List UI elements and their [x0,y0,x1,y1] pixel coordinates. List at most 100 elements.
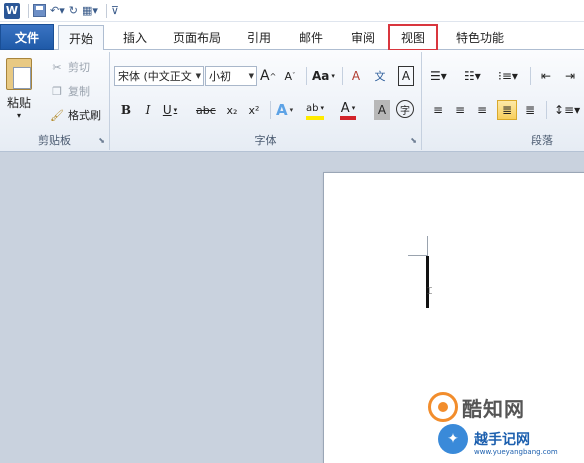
format-painter-button[interactable]: 🖌 格式刷 [50,106,101,124]
underline-button[interactable]: U ▾ [162,100,178,120]
text-effects-label: A [276,101,288,119]
font-group: 宋体 (中文正文 ▼ 小初 ▼ A ^ Aˇ Aa ▾ A 文 A B I U ▾ a… [110,52,422,150]
chevron-down-icon: ▾ [173,106,178,114]
align-center-icon[interactable]: ≡ [452,100,468,120]
redo-icon[interactable]: ↻ [69,2,78,20]
watermark-kuzhi: 酷知网 [428,392,525,422]
copy-icon: ❐ [52,84,62,98]
shrink-font-label: A [284,69,293,83]
caret-up-icon: ^ [269,71,277,81]
italic-label: I [145,103,151,117]
tab-home[interactable]: 开始 [58,25,104,51]
customize-toolbar-icon[interactable]: ⊽ [111,2,119,20]
separator [546,101,547,119]
dialog-launcher-icon[interactable]: ⬊ [410,136,417,145]
clipboard-group-label: 剪贴板 [38,134,71,147]
copy-button[interactable]: ❐ 复制 [50,82,90,100]
paragraph-group-label: 段落 [531,134,553,147]
superscript-button[interactable]: x² [246,100,262,120]
separator [306,67,307,85]
font-name-combo[interactable]: 宋体 (中文正文 ▼ [114,66,204,86]
separator [342,67,343,85]
margin-corner-mark [408,255,428,256]
decrease-indent-icon[interactable]: ⇤ [538,66,554,86]
character-border-button[interactable]: A [398,66,414,86]
tab-review[interactable]: 审阅 [343,25,383,50]
chevron-down-icon: ▾ [16,111,21,120]
ribbon-tabs: 文件 开始 插入 页面布局 引用 邮件 审阅 视图 特色功能 [0,22,584,51]
justify-icon[interactable]: ≣ [497,100,517,120]
line-spacing-icon[interactable]: ↕≡▾ [554,100,580,120]
subscript-button[interactable]: x₂ [224,100,240,120]
subscript-label: x₂ [226,103,238,117]
ibeam-cursor-icon: ⌶ [427,287,433,297]
separator [530,67,531,85]
paragraph-group: ☰▾ ☷▾ ⁝≡▾ ⇤ ⇥ ≡ ≡ ≡ ≣ ≣ ↕≡▾ 段落 [422,52,584,150]
enclose-characters-label: 字 [400,105,410,117]
dialog-launcher-icon[interactable]: ⬊ [98,136,105,145]
font-group-label: 字体 [254,134,277,147]
shrink-font-button[interactable]: Aˇ [282,66,298,86]
bullets-icon[interactable]: ☰▾ [430,66,447,86]
change-case-label: Aa [312,69,330,83]
chevron-down-icon: ▾ [320,104,324,112]
chevron-down-icon: ▼ [248,72,254,80]
character-shading-label: A [377,103,387,117]
font-color-button[interactable]: A ▾ [340,100,356,120]
grow-font-label: A [260,68,270,84]
strikethrough-button[interactable]: abc [196,100,216,120]
highlight-color-button[interactable]: ab ▾ [306,100,324,120]
bold-button[interactable]: B [118,100,134,120]
watermark-site: ✦ 越手记网 www.yueyangbang.com [438,424,558,456]
font-size-combo[interactable]: 小初 ▼ [205,66,257,86]
change-case-button[interactable]: Aa ▾ [312,66,335,86]
font-size-value: 小初 [209,70,231,83]
strikethrough-label: abc [196,103,216,117]
tab-insert[interactable]: 插入 [115,25,155,50]
align-left-icon[interactable]: ≡ [430,100,446,120]
chevron-down-icon: ▼ [195,72,201,80]
text-effects-button[interactable]: A ▾ [276,100,293,120]
tab-file[interactable]: 文件 [0,24,54,50]
clear-formatting-label: A [351,69,361,83]
tab-view[interactable]: 视图 [388,24,438,51]
undo-icon[interactable]: ↶▾ [50,2,65,20]
clipboard-group: 粘贴 ▾ ✂ 剪切 ❐ 复制 🖌 格式刷 剪贴板 ⬊ [0,52,110,150]
tab-special-features[interactable]: 特色功能 [447,25,513,50]
watermark-site-text: 越手记网 [474,432,530,448]
site-logo-icon: ✦ [438,424,468,454]
copy-label: 复制 [68,85,90,98]
distributed-icon[interactable]: ≣ [522,100,538,120]
font-color-label: A [340,100,350,116]
separator [270,101,271,119]
phonetic-guide-button[interactable]: 文 [372,66,388,86]
cut-label: 剪切 [68,61,90,74]
chevron-down-icon: ▾ [289,106,294,114]
enclose-characters-button[interactable]: 字 [396,100,414,118]
watermark-brand-text: 酷知网 [462,396,525,421]
tab-references[interactable]: 引用 [240,25,278,50]
bold-label: B [120,103,132,117]
print-preview-icon[interactable]: ▦▾ [82,2,98,20]
grow-font-button[interactable]: A ^ [260,66,276,86]
numbering-icon[interactable]: ☷▾ [464,66,481,86]
italic-button[interactable]: I [140,100,156,120]
paintbrush-icon: 🖌 [50,108,64,122]
kuzhi-logo-icon [428,392,458,422]
clear-formatting-button[interactable]: A [348,66,364,86]
paste-label: 粘贴 [6,96,31,110]
multilevel-list-icon[interactable]: ⁝≡▾ [498,66,518,86]
character-shading-button[interactable]: A [374,100,390,120]
highlight-label: ab [306,102,319,114]
underline-label: U [162,103,172,117]
paste-icon [6,58,32,90]
separator [28,3,29,18]
align-right-icon[interactable]: ≡ [474,100,490,120]
paste-button[interactable]: 粘贴 ▾ [6,58,32,120]
increase-indent-icon[interactable]: ⇥ [562,66,578,86]
save-icon[interactable] [33,2,46,20]
cut-button[interactable]: ✂ 剪切 [50,58,90,76]
word-logo-icon[interactable]: W [4,2,20,20]
tab-mailings[interactable]: 邮件 [292,25,330,50]
tab-page-layout[interactable]: 页面布局 [165,25,229,50]
